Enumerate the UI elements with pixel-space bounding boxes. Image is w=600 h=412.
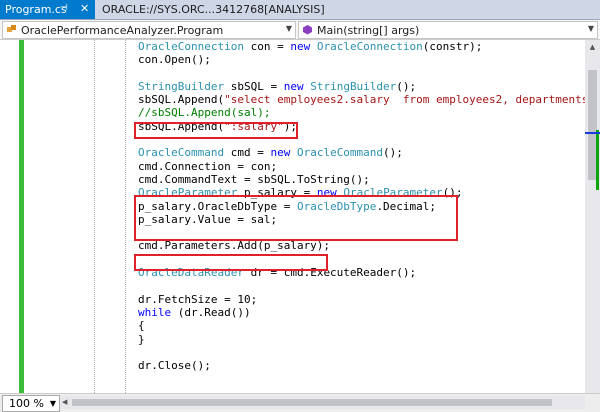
code-line[interactable]: con.Open(); [138,53,585,66]
highlight-box-append-salary [134,122,298,139]
code-token: con = [243,40,291,53]
code-line[interactable] [138,279,585,292]
code-line[interactable]: dr.Close(); [138,359,585,372]
code-token: con.Open(); [138,53,211,67]
scrollbar-thumb[interactable] [72,399,552,406]
code-line[interactable]: OracleConnection con = new OracleConnect… [138,40,585,53]
code-token: cmd.Connection = con; [138,159,278,173]
code-token: cmd = [224,146,271,160]
tab-program-cs[interactable]: Program.cs ⊣ ✕ [0,0,95,19]
code-token: StringBuilder [138,79,225,93]
change-tracking-bar [19,40,24,393]
chevron-down-icon: ▼ [285,24,292,33]
navigation-bar: OraclePerformanceAnalyzer.Program ▼ Main… [0,20,600,40]
code-token: OracleConnection [316,40,423,53]
code-line[interactable]: while (dr.Read()) [138,306,585,319]
code-token: OracleCommand [138,146,225,160]
tab-oracle-analysis[interactable]: ORACLE://SYS.ORC...3412768[ANALYSIS] [97,0,333,19]
indent-guide [94,40,95,393]
code-token: cmd.CommandText = sbSQL.ToString(); [138,172,370,186]
code-editor[interactable]: OracleConnection con = new OracleConnect… [0,40,585,393]
code-line[interactable]: } [138,333,585,346]
caret-marker [585,132,600,134]
method-icon [303,25,312,35]
code-token: sbSQL.Append( [138,93,225,107]
code-token: //sbSQL.Append(sal); [138,106,271,120]
highlight-box-parameters-add [134,254,328,271]
highlight-box-oracle-parameter [134,195,458,241]
code-token: dr.FetchSize = 10; [138,292,258,306]
close-icon[interactable]: ✕ [80,2,89,15]
code-line[interactable]: cmd.Connection = con; [138,160,585,173]
code-line[interactable]: StringBuilder sbSQL = new StringBuilder(… [138,80,585,93]
change-marker [596,130,599,190]
zoom-dropdown[interactable]: 100 % ▼ [2,395,60,412]
code-token: } [138,332,145,346]
code-token: OracleCommand [296,146,384,160]
horizontal-scrollbar[interactable]: ◀ [60,396,585,409]
code-line[interactable]: dr.FetchSize = 10; [138,293,585,306]
pin-icon[interactable]: ⊣ [60,4,68,13]
code-token: (dr.Read()) [171,305,251,319]
code-line[interactable]: cmd.CommandText = sbSQL.ToString(); [138,173,585,186]
code-token: (); [383,146,403,160]
scroll-left-icon[interactable]: ◀ [62,396,67,409]
document-tab-bar: Program.cs ⊣ ✕ ORACLE://SYS.ORC...341276… [0,0,600,20]
code-token: OracleConnection [138,40,244,53]
tab-label: Program.cs [5,3,67,16]
scroll-up-icon[interactable]: ▲ [585,40,600,55]
code-line[interactable]: sbSQL.Append("select employees2.salary f… [138,93,585,106]
code-token: (); [396,79,417,93]
indent-guide [125,40,126,393]
code-line[interactable]: cmd.Parameters.Add(p_salary); [138,239,585,252]
zoom-value: 100 % [9,397,44,410]
code-token: new [290,40,311,53]
code-line[interactable]: { [138,319,585,332]
code-line[interactable]: //sbSQL.Append(sal); [138,106,585,119]
code-line[interactable] [138,67,585,80]
tab-label: ORACLE://SYS.ORC...3412768[ANALYSIS] [102,3,325,16]
code-line[interactable] [138,346,585,359]
code-token: while [138,305,172,319]
code-token: new [283,79,304,93]
code-token: cmd.Parameters.Add(p_salary); [138,239,331,253]
chevron-down-icon: ▼ [587,24,594,33]
member-dropdown-value: Main(string[] args) [317,23,420,37]
code-token: dr.Close(); [138,359,211,373]
editor-status-bar: 100 % ▼ ◀ [0,393,600,412]
class-icon [7,25,16,32]
member-dropdown[interactable]: Main(string[] args) ▼ [298,21,598,39]
code-line[interactable]: OracleCommand cmd = new OracleCommand(); [138,146,585,159]
code-token: sbSQL = [224,79,284,93]
code-token: { [138,319,145,333]
class-dropdown[interactable]: OraclePerformanceAnalyzer.Program ▼ [2,21,296,39]
code-token: "select employees2.salary from employees… [224,93,585,107]
code-token: (constr); [422,40,483,53]
code-token: new [270,146,291,160]
code-token: StringBuilder [310,79,397,93]
class-dropdown-value: OraclePerformanceAnalyzer.Program [21,23,224,37]
vertical-scrollbar[interactable]: ▲ [585,40,600,393]
chevron-down-icon: ▼ [49,399,56,408]
